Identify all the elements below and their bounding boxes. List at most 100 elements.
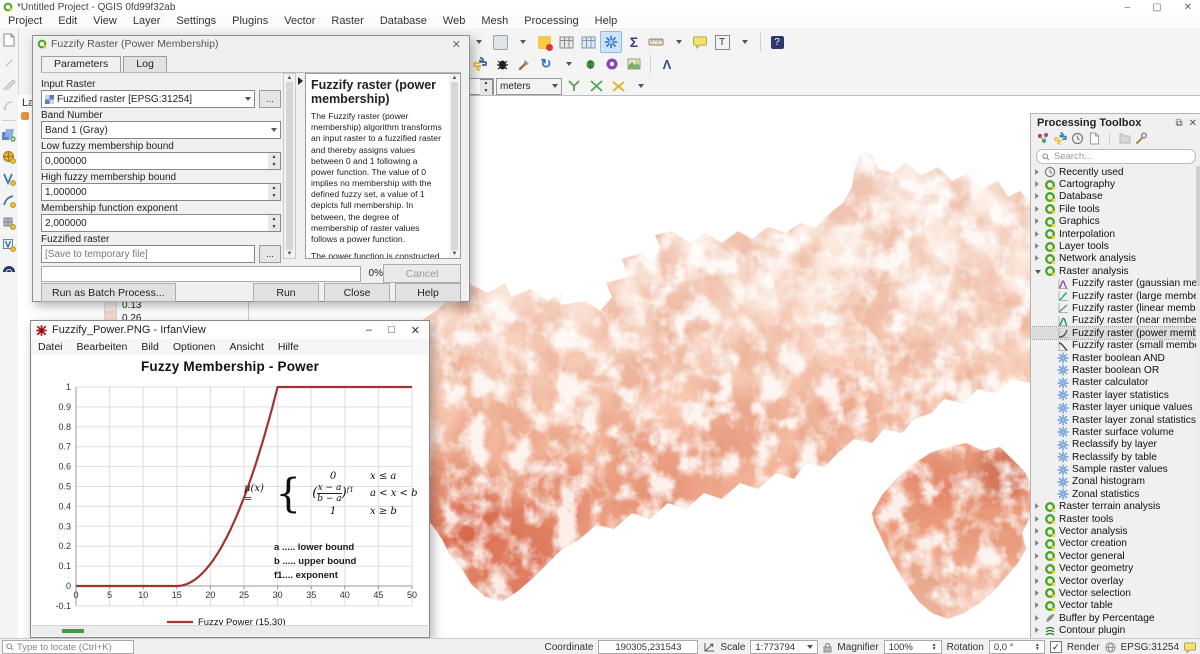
toolbox-item-raster-layer-zonal-statistics[interactable]: Raster layer zonal statistics bbox=[1031, 414, 1196, 426]
toolbox-item-fuzzify-raster-linear-membership-[interactable]: Fuzzify raster (linear membership) bbox=[1031, 302, 1196, 314]
snapping-tolerance-input[interactable]: ▲▼ bbox=[466, 78, 494, 95]
tree-chevron-icon[interactable] bbox=[1035, 216, 1044, 227]
toolbox-item-raster-tools[interactable]: Raster tools bbox=[1031, 513, 1196, 525]
toolbox-item-fuzzify-raster-gaussian-membership-[interactable]: Fuzzify raster (gaussian membership) bbox=[1031, 278, 1196, 290]
snapping-topology-icon[interactable] bbox=[564, 76, 584, 96]
dropdown-caret-icon[interactable] bbox=[558, 54, 578, 74]
toolbox-item-fuzzify-raster-large-membership-[interactable]: Fuzzify raster (large membership) bbox=[1031, 290, 1196, 302]
field-calculator-icon[interactable] bbox=[578, 32, 598, 52]
map-tips-icon[interactable] bbox=[690, 32, 710, 52]
python-console-icon[interactable] bbox=[470, 54, 490, 74]
dropdown-caret-icon[interactable] bbox=[668, 32, 688, 52]
toolbox-item-fuzzify-raster-small-membership-[interactable]: Fuzzify raster (small membership) bbox=[1031, 339, 1196, 351]
tree-chevron-icon[interactable] bbox=[1035, 563, 1044, 574]
help-scrollbar[interactable]: ▲▼ bbox=[449, 74, 460, 258]
tree-chevron-icon[interactable] bbox=[1035, 588, 1044, 599]
toolbox-item-raster-boolean-or[interactable]: Raster boolean OR bbox=[1031, 364, 1196, 376]
menu-database[interactable]: Database bbox=[372, 15, 435, 27]
add-mesh-layer-icon[interactable] bbox=[1, 215, 17, 231]
toolbox-item-zonal-statistics[interactable]: Zonal statistics bbox=[1031, 488, 1196, 500]
text-annotation-icon[interactable]: T bbox=[712, 32, 732, 52]
menu-help[interactable]: Help bbox=[587, 15, 626, 27]
help-icon[interactable]: ? bbox=[767, 32, 787, 52]
attribute-table-icon[interactable] bbox=[556, 32, 576, 52]
coordinate-input[interactable]: 190305,231543 bbox=[598, 640, 698, 654]
toolbox-item-layer-tools[interactable]: Layer tools bbox=[1031, 240, 1196, 252]
georeferencer-icon[interactable] bbox=[624, 54, 644, 74]
dropdown-caret-icon[interactable] bbox=[734, 32, 754, 52]
toolbox-item-raster-surface-volume[interactable]: Raster surface volume bbox=[1031, 426, 1196, 438]
units-select[interactable]: meters bbox=[496, 78, 562, 95]
magnifier-input[interactable]: 100%▲▼ bbox=[884, 640, 942, 654]
dropdown-caret-icon[interactable] bbox=[630, 76, 650, 96]
toolbox-item-contour-plugin[interactable]: Contour plugin bbox=[1031, 624, 1196, 636]
toolbox-item-raster-analysis[interactable]: Raster analysis bbox=[1031, 265, 1196, 277]
toolbox-item-interpolation[interactable]: Interpolation bbox=[1031, 228, 1196, 240]
new-project-icon[interactable] bbox=[1, 32, 17, 48]
plugin-bug-icon[interactable] bbox=[580, 54, 600, 74]
menu-mesh[interactable]: Mesh bbox=[473, 15, 516, 27]
scale-combo[interactable]: 1:773794 bbox=[750, 640, 818, 654]
style-manager-icon[interactable] bbox=[1, 54, 17, 70]
band-number-combo[interactable]: Band 1 (Gray) bbox=[41, 121, 281, 139]
statistics-icon[interactable]: Σ bbox=[624, 32, 644, 52]
add-virtual-layer-icon[interactable] bbox=[1, 237, 17, 253]
dialog-close-icon[interactable]: ✕ bbox=[448, 38, 465, 51]
measure-icon[interactable] bbox=[646, 32, 666, 52]
viewer-menu-hilfe[interactable]: Hilfe bbox=[271, 341, 306, 353]
exponent-input[interactable]: 2,000000 bbox=[41, 214, 268, 232]
add-wms-layer-icon[interactable] bbox=[1, 259, 17, 275]
add-point-layer-icon[interactable] bbox=[1, 171, 17, 187]
locate-input[interactable]: Type to locate (Ctrl+K) bbox=[2, 640, 134, 654]
toolbox-item-buffer-by-percentage[interactable]: Buffer by Percentage bbox=[1031, 612, 1196, 624]
maximize-button[interactable]: □ bbox=[388, 324, 395, 337]
repair-tool-icon[interactable] bbox=[514, 54, 534, 74]
snapping-intersection-icon[interactable] bbox=[586, 76, 606, 96]
dropdown-caret-icon[interactable] bbox=[512, 32, 532, 52]
tree-chevron-icon[interactable] bbox=[1035, 204, 1044, 215]
toolbox-item-network-analysis[interactable]: Network analysis bbox=[1031, 253, 1196, 265]
tree-chevron-icon[interactable] bbox=[1035, 625, 1044, 636]
python-scripts-icon[interactable] bbox=[1054, 132, 1067, 145]
toolbox-item-vector-general[interactable]: Vector general bbox=[1031, 550, 1196, 562]
toolbox-item-raster-boolean-and[interactable]: Raster boolean AND bbox=[1031, 352, 1196, 364]
menu-view[interactable]: View bbox=[85, 15, 125, 27]
layers-toolbar-icon[interactable] bbox=[21, 112, 29, 120]
lock-icon[interactable] bbox=[823, 642, 832, 653]
run-button[interactable]: Run bbox=[253, 283, 319, 302]
snapping-marker-icon[interactable] bbox=[608, 76, 628, 96]
processing-toolbox-icon[interactable] bbox=[600, 31, 622, 53]
osgeo-icon[interactable] bbox=[602, 54, 622, 74]
menu-plugins[interactable]: Plugins bbox=[224, 15, 276, 27]
tab-log[interactable]: Log bbox=[123, 56, 167, 72]
help-button[interactable]: Help bbox=[395, 283, 461, 302]
tree-chevron-icon[interactable] bbox=[1035, 538, 1044, 549]
toolbox-item-vector-analysis[interactable]: Vector analysis bbox=[1031, 525, 1196, 537]
measure-disabled-icon[interactable] bbox=[1, 76, 17, 92]
toolbox-scrollbar[interactable] bbox=[1196, 166, 1200, 637]
tree-chevron-icon[interactable] bbox=[1035, 167, 1044, 178]
toolbox-item-database[interactable]: Database bbox=[1031, 191, 1196, 203]
tree-chevron-icon[interactable] bbox=[1035, 191, 1044, 202]
debug-icon[interactable] bbox=[492, 54, 512, 74]
extent-icon[interactable] bbox=[703, 642, 715, 653]
input-raster-browse-button[interactable]: ... bbox=[259, 90, 281, 108]
toolbox-item-graphics[interactable]: Graphics bbox=[1031, 216, 1196, 228]
low-bound-spinner[interactable]: ▲▼ bbox=[268, 152, 281, 170]
tree-chevron-icon[interactable] bbox=[1035, 241, 1044, 252]
toolbox-search-input[interactable]: Search... bbox=[1036, 149, 1196, 164]
exponent-spinner[interactable]: ▲▼ bbox=[268, 214, 281, 232]
toolbox-item-raster-layer-unique-values-report[interactable]: Raster layer unique values report bbox=[1031, 401, 1196, 413]
viewer-menu-bild[interactable]: Bild bbox=[134, 341, 166, 353]
tree-chevron-icon[interactable] bbox=[1035, 501, 1044, 512]
toolbox-item-raster-calculator[interactable]: Raster calculator bbox=[1031, 377, 1196, 389]
viewer-menu-bearbeiten[interactable]: Bearbeiten bbox=[70, 341, 135, 353]
close-panel-icon[interactable]: ✕ bbox=[1189, 118, 1197, 129]
models-icon[interactable] bbox=[1037, 132, 1050, 145]
toolbox-item-fuzzify-raster-power-membership-[interactable]: Fuzzify raster (power membership) bbox=[1031, 327, 1196, 339]
menu-web[interactable]: Web bbox=[435, 15, 473, 27]
render-checkbox[interactable]: ✓ bbox=[1050, 641, 1062, 653]
close-button[interactable]: ✕ bbox=[411, 324, 420, 337]
tree-chevron-icon[interactable] bbox=[1035, 600, 1044, 611]
minimize-button[interactable]: – bbox=[366, 324, 372, 337]
